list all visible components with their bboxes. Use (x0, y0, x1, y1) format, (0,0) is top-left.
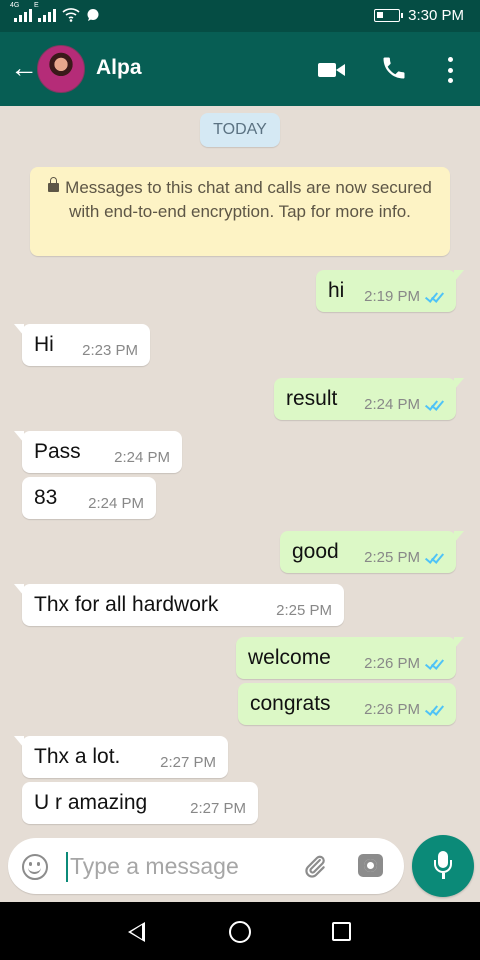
paperclip-icon[interactable] (302, 852, 328, 880)
chat-header: ← Alpa (0, 32, 480, 106)
message-bubble-incoming[interactable]: Thx a lot. 2:27 PM (14, 736, 228, 778)
nav-back-icon[interactable] (128, 922, 145, 942)
system-navigation-bar (0, 902, 480, 960)
voice-message-button[interactable] (412, 835, 474, 897)
message-text: Thx for all hardwork (34, 593, 219, 616)
encryption-notice-text: Messages to this chat and calls are now … (65, 178, 432, 221)
message-input[interactable] (70, 849, 290, 883)
message-bubble-outgoing[interactable]: welcome 2:26 PM (236, 637, 464, 679)
microphone-icon (434, 851, 452, 881)
message-time: 2:26 PM (364, 655, 420, 672)
message-time: 2:25 PM (364, 549, 420, 566)
network-type-label: 4G (10, 2, 20, 9)
text-cursor (66, 852, 68, 882)
read-receipt-icon (425, 657, 445, 669)
message-text: 83 (34, 486, 58, 509)
message-bubble-outgoing[interactable]: congrats 2:26 PM (238, 683, 456, 725)
message-time: 2:24 PM (88, 495, 144, 512)
network-type-label-2: E (34, 2, 39, 9)
battery-icon (374, 9, 404, 22)
wifi-icon (62, 8, 80, 22)
read-receipt-icon (425, 703, 445, 715)
message-text: hi (328, 279, 345, 302)
status-time: 3:30 PM (408, 7, 464, 24)
cellular-signal-icon-2: E (34, 2, 56, 22)
message-bubble-incoming[interactable]: U r amazing 2:27 PM (22, 782, 258, 824)
nav-recents-icon[interactable] (332, 922, 351, 941)
message-text: Hi (34, 333, 54, 356)
read-receipt-icon (425, 551, 445, 563)
message-bubble-incoming[interactable]: Thx for all hardwork 2:25 PM (14, 584, 344, 626)
status-right: 3:30 PM (374, 7, 464, 24)
message-bubble-outgoing[interactable]: result 2:24 PM (274, 378, 464, 420)
voice-call-icon[interactable] (380, 54, 408, 82)
message-time: 2:27 PM (160, 754, 216, 771)
message-text: good (292, 540, 339, 563)
back-arrow-icon[interactable]: ← (10, 54, 38, 82)
read-receipt-icon (425, 398, 445, 410)
message-text: result (286, 387, 338, 410)
message-text: congrats (250, 692, 331, 715)
message-bubble-outgoing[interactable]: hi 2:19 PM (316, 270, 464, 312)
message-bubble-incoming[interactable]: 83 2:24 PM (22, 477, 156, 519)
message-bubble-incoming[interactable]: Pass 2:24 PM (14, 431, 182, 473)
camera-icon[interactable] (358, 854, 383, 877)
more-options-icon[interactable] (444, 57, 456, 83)
video-call-icon[interactable] (318, 61, 346, 79)
message-text: Thx a lot. (34, 745, 121, 768)
message-text: Pass (34, 440, 81, 463)
chat-notification-icon (87, 9, 99, 21)
message-text: U r amazing (34, 791, 148, 814)
message-input-container[interactable] (8, 838, 404, 894)
contact-avatar[interactable] (37, 45, 85, 93)
status-left-icons: 4G E (10, 2, 100, 22)
message-time: 2:24 PM (364, 396, 420, 413)
message-time: 2:24 PM (114, 449, 170, 466)
message-bubble-outgoing[interactable]: good 2:25 PM (280, 531, 464, 573)
message-bubble-incoming[interactable]: Hi 2:23 PM (14, 324, 150, 366)
contact-name[interactable]: Alpa (96, 56, 142, 80)
date-divider: TODAY (200, 113, 280, 147)
message-time: 2:19 PM (364, 288, 420, 305)
message-text: welcome (248, 646, 331, 669)
message-time: 2:23 PM (82, 342, 138, 359)
message-time: 2:27 PM (190, 800, 246, 817)
message-time: 2:25 PM (276, 602, 332, 619)
lock-icon (48, 177, 60, 192)
message-time: 2:26 PM (364, 701, 420, 718)
emoji-icon[interactable] (22, 854, 48, 880)
message-composer (0, 830, 480, 902)
cellular-signal-icon: 4G (10, 2, 32, 22)
encryption-notice[interactable]: Messages to this chat and calls are now … (30, 167, 450, 256)
read-receipt-icon (425, 290, 445, 302)
status-bar: 4G E 3:30 PM (0, 0, 480, 32)
nav-home-icon[interactable] (229, 921, 251, 943)
conversation-area[interactable]: TODAY Messages to this chat and calls ar… (0, 106, 480, 830)
